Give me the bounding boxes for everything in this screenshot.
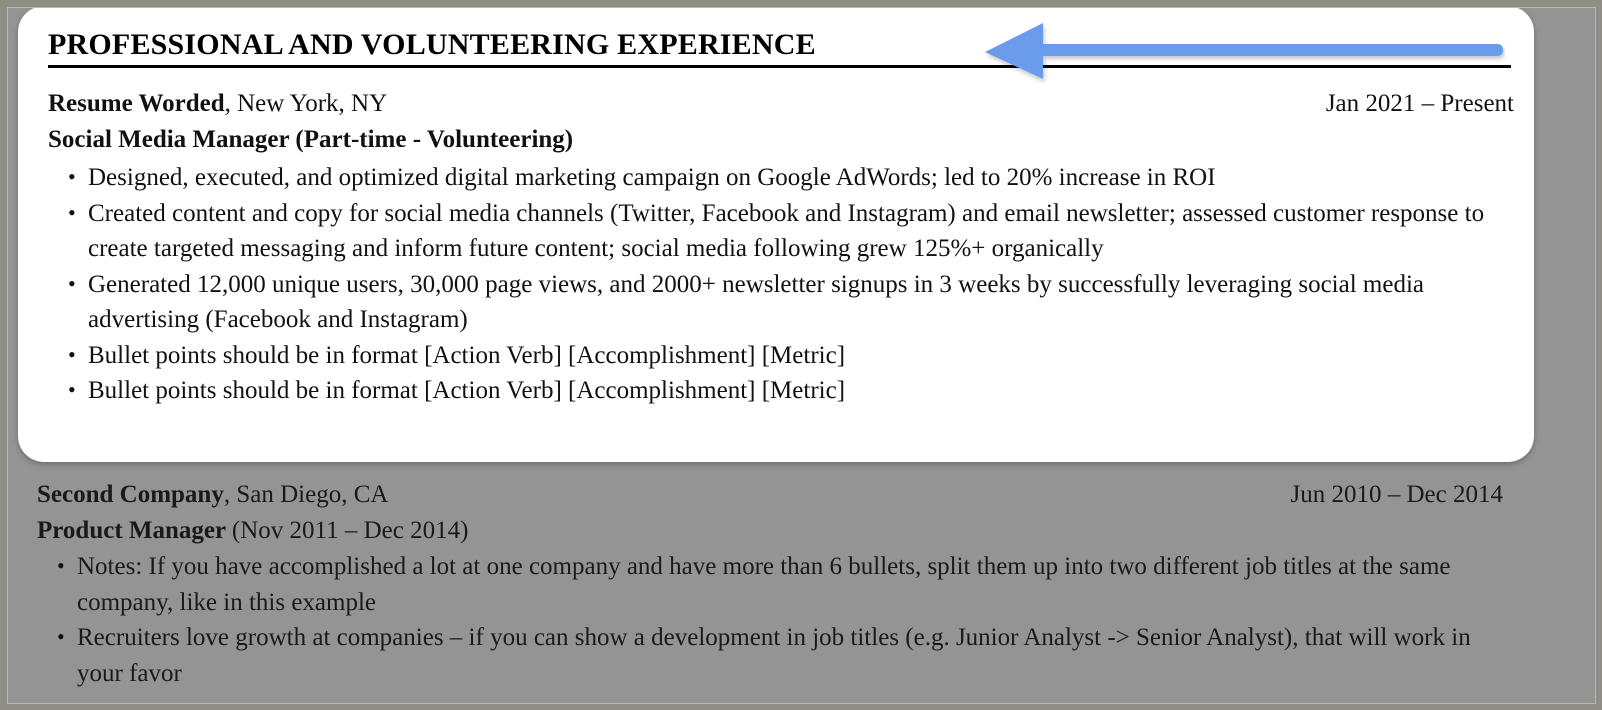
highlighted-experience-card[interactable]: PROFESSIONAL AND VOLUNTEERING EXPERIENCE…: [18, 7, 1534, 462]
company-name: Second Company: [37, 481, 224, 508]
list-item: Recruiters love growth at companies – if…: [37, 619, 1503, 691]
job-title-dates: (Nov 2011 – Dec 2014): [231, 517, 469, 544]
experience-entry-2: Second Company, San Diego, CA Jun 2010 –…: [37, 477, 1503, 691]
company-line: Resume Worded, New York, NY Jan 2021 – P…: [48, 86, 1514, 122]
list-item: Bullet points should be in format [Actio…: [48, 372, 1514, 409]
list-item: Bullet points should be in format [Actio…: [48, 337, 1514, 374]
employment-dates: Jun 2010 – Dec 2014: [1290, 481, 1503, 508]
company-location: San Diego, CA: [236, 481, 389, 508]
company-name: Resume Worded: [48, 90, 225, 117]
company-location: New York, NY: [237, 90, 388, 117]
list-item: Designed, executed, and optimized digita…: [48, 159, 1514, 196]
list-item: Generated 12,000 unique users, 30,000 pa…: [48, 266, 1514, 338]
company-separator: ,: [224, 90, 238, 117]
job-title: Product Manager (Nov 2011 – Dec 2014): [37, 513, 1503, 549]
company-separator: ,: [223, 481, 237, 508]
page-title: PROFESSIONAL AND VOLUNTEERING EXPERIENCE: [48, 28, 816, 61]
heading-divider: [48, 65, 1511, 68]
company-line: Second Company, San Diego, CA Jun 2010 –…: [37, 477, 1503, 513]
job-title: Social Media Manager (Part-time - Volunt…: [48, 122, 1514, 158]
list-item: Created content and copy for social medi…: [48, 195, 1514, 267]
list-item: Notes: If you have accomplished a lot at…: [37, 548, 1503, 620]
bullet-list-2: Notes: If you have accomplished a lot at…: [37, 548, 1503, 691]
screenshot-frame: PROFESSIONAL AND VOLUNTEERING EXPERIENCE…: [0, 0, 1602, 710]
employment-dates: Jan 2021 – Present: [1325, 90, 1514, 117]
experience-entry-1: Resume Worded, New York, NY Jan 2021 – P…: [48, 86, 1514, 409]
job-title-text: Social Media Manager (Part-time - Volunt…: [48, 126, 574, 153]
job-title-text: Product Manager: [37, 517, 232, 544]
bullet-list-1: Designed, executed, and optimized digita…: [48, 159, 1514, 409]
